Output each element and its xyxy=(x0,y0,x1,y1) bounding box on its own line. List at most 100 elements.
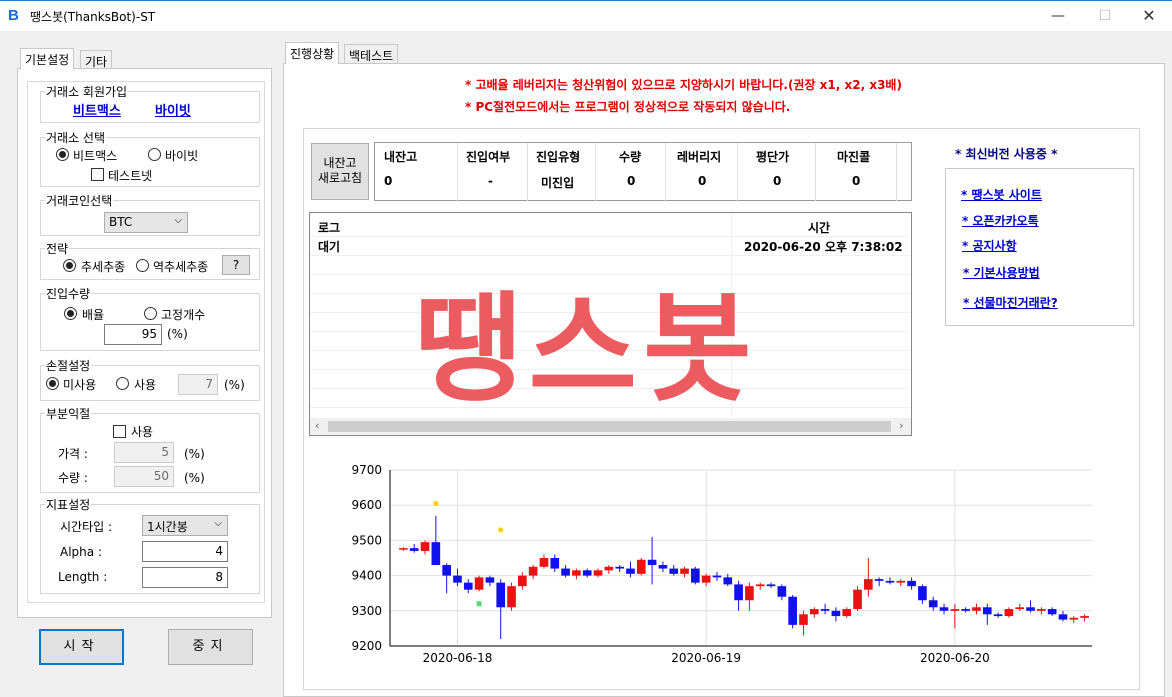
status-separator xyxy=(815,143,816,201)
candle-body xyxy=(453,575,462,583)
candle-body xyxy=(853,589,862,610)
partial-tp-qty-input[interactable]: 50 xyxy=(114,466,174,487)
candle-body xyxy=(680,568,689,574)
stop-loss-input[interactable]: 7 xyxy=(178,374,218,395)
signal-marker xyxy=(476,601,482,607)
join-bybit-link[interactable]: 바이빗 xyxy=(155,100,191,119)
candle-body xyxy=(864,579,873,590)
candle-body xyxy=(842,609,852,617)
scroll-left-icon[interactable]: ‹ xyxy=(315,419,319,432)
coin-select-dropdown[interactable]: BTC ⌵ xyxy=(104,212,188,233)
strategy-help-button[interactable]: ? xyxy=(222,255,250,275)
stop-loss-unit: (%) xyxy=(224,378,245,392)
candle-body xyxy=(658,565,668,569)
candle-body xyxy=(755,584,765,587)
candle-body xyxy=(734,584,743,601)
candle-body xyxy=(1037,609,1046,611)
stop-loss-on-radio[interactable] xyxy=(116,377,129,390)
join-bitmex-link[interactable]: 비트맥스 xyxy=(73,100,121,119)
candle-body xyxy=(874,579,884,581)
minimize-button[interactable]: — xyxy=(1035,2,1081,31)
candle-body xyxy=(896,580,906,583)
candle-body xyxy=(885,580,895,583)
start-button[interactable]: 시작 xyxy=(39,629,124,665)
candle-body xyxy=(1080,616,1089,618)
entry-qty-input[interactable]: 95 xyxy=(104,324,162,345)
log-row-divider xyxy=(310,236,910,237)
strategy-counter-label: 역추세추종 xyxy=(153,260,209,274)
candle-body xyxy=(723,577,733,585)
entry-fixed-label: 고정개수 xyxy=(161,308,206,322)
stop-loss-off-radio[interactable] xyxy=(46,377,59,390)
status-separator xyxy=(896,143,897,201)
x-tick-label: 2020-06-18 xyxy=(423,651,493,665)
tab-etc[interactable]: 기타 xyxy=(80,50,113,70)
close-button[interactable]: ✕ xyxy=(1126,2,1172,31)
maximize-button[interactable]: ☐ xyxy=(1082,2,1128,31)
partial-tp-legend: 부분익절 xyxy=(45,405,92,422)
candle-body xyxy=(550,558,560,569)
candle-body xyxy=(626,568,635,574)
title-bar: B 땡스봇(ThanksBot)-ST — ☐ ✕ xyxy=(0,0,1172,31)
partial-tp-checkbox[interactable] xyxy=(113,425,126,438)
candle-body xyxy=(982,607,992,615)
timeframe-value: 1시간봉 xyxy=(147,520,188,534)
partial-tp-price-input[interactable]: 5 xyxy=(114,442,174,463)
exchange-bitmex-radio[interactable] xyxy=(56,148,69,161)
entry-ratio-label: 배율 xyxy=(82,308,105,322)
candle-body xyxy=(474,577,484,590)
candle-body xyxy=(1015,607,1025,610)
y-tick-label: 9600 xyxy=(351,498,382,512)
y-tick-label: 9700 xyxy=(351,463,382,477)
timeframe-dropdown[interactable]: 1시간봉 ⌵ xyxy=(142,515,228,536)
candle-body xyxy=(907,580,916,587)
length-input[interactable]: 8 xyxy=(142,567,228,588)
status-separator xyxy=(595,143,596,201)
timeframe-label: 시간타입 : xyxy=(60,520,113,534)
y-tick-label: 9200 xyxy=(351,639,382,653)
strategy-counter-radio[interactable] xyxy=(136,259,149,272)
candlestick-chart: 9200 9300 9400 9500 9600 9700 2020-06-18 2020-0… xyxy=(351,463,1092,665)
scroll-right-icon[interactable]: › xyxy=(899,419,903,432)
candle-body xyxy=(809,609,819,615)
link-notice[interactable]: * 공지사항 xyxy=(962,237,1017,254)
tab-progress[interactable]: 진행상황 xyxy=(285,42,340,64)
tab-backtest[interactable]: 백테스트 xyxy=(344,44,399,64)
warning-leverage: * 고배율 레버리지는 청산위험이 있으므로 지양하시기 바랍니다.(권장 x1… xyxy=(465,78,902,92)
entry-ratio-radio[interactable] xyxy=(64,307,77,320)
y-tick-label: 9400 xyxy=(351,569,382,583)
length-label: Length : xyxy=(58,570,108,584)
stop-loss-legend: 손절설정 xyxy=(45,357,92,374)
y-tick-label: 9500 xyxy=(351,533,382,547)
candle-body xyxy=(820,609,830,611)
status-value-leverage: 0 xyxy=(698,174,707,188)
candle-body xyxy=(604,566,614,571)
testnet-checkbox[interactable] xyxy=(91,168,104,181)
exchange-bybit-label: 바이빗 xyxy=(165,149,199,163)
candle-body xyxy=(582,570,592,576)
candle-body xyxy=(399,548,408,550)
tab-basic-settings[interactable]: 기본설정 xyxy=(20,48,75,70)
window-title: 땡스봇(ThanksBot)-ST xyxy=(30,10,156,24)
link-basic-usage[interactable]: * 기본사용방법 xyxy=(963,264,1040,281)
exchange-bybit-radio[interactable] xyxy=(148,148,161,161)
candle-body xyxy=(701,575,711,583)
candle-body xyxy=(950,609,960,611)
link-thanksbot-site[interactable]: * 땡스봇 사이트 xyxy=(961,186,1042,203)
strategy-trend-label: 추세추종 xyxy=(81,260,126,274)
candle-body xyxy=(712,575,722,578)
entry-qty-unit: (%) xyxy=(167,327,188,341)
status-separator xyxy=(527,143,528,201)
link-futures-margin[interactable]: * 선물마진거래란? xyxy=(963,294,1058,311)
candle-body xyxy=(972,607,981,611)
entry-fixed-radio[interactable] xyxy=(144,307,157,320)
stop-button[interactable]: 중지 xyxy=(168,629,253,665)
link-open-kakaotalk[interactable]: * 오픈카카오톡 xyxy=(962,212,1039,229)
status-separator xyxy=(457,143,458,201)
strategy-trend-radio[interactable] xyxy=(63,259,76,272)
refresh-balance-button[interactable]: 내잔고 새로고침 xyxy=(311,143,369,200)
alpha-input[interactable]: 4 xyxy=(142,541,228,562)
partial-tp-use-label: 사용 xyxy=(131,425,154,439)
partial-tp-qty-unit: (%) xyxy=(184,471,205,485)
testnet-label: 테스트넷 xyxy=(108,169,153,183)
